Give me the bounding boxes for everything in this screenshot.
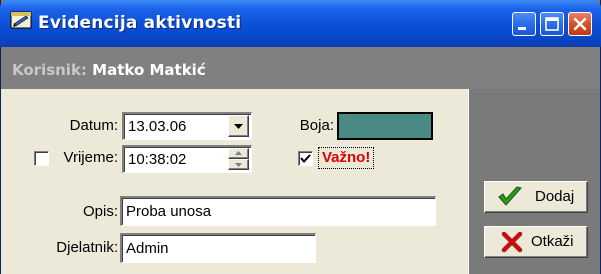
user-info: Korisnik: Matko Matkić	[12, 60, 206, 80]
boja-color-picker[interactable]	[337, 112, 433, 140]
add-button-label: Dodaj	[535, 188, 575, 205]
vazno-checkbox[interactable]	[298, 151, 313, 166]
vrijeme-time-field[interactable]: 10:38:02	[122, 145, 252, 173]
datum-label: Datum:	[69, 117, 118, 134]
djelatnik-value: Admin	[126, 240, 169, 257]
checkmark-icon	[300, 154, 311, 164]
vrijeme-value: 10:38:02	[128, 151, 187, 168]
maximize-icon	[545, 17, 559, 31]
window-title: Evidencija aktivnosti	[38, 13, 242, 33]
close-icon	[573, 17, 587, 31]
time-down-button[interactable]	[228, 159, 249, 170]
opis-label: Opis:	[82, 203, 118, 220]
time-up-button[interactable]	[228, 148, 249, 159]
boja-label: Boja:	[299, 117, 334, 134]
djelatnik-input[interactable]: Admin	[120, 233, 316, 263]
chevron-up-icon	[235, 151, 242, 155]
chevron-down-icon	[234, 124, 243, 129]
app-icon	[10, 10, 32, 30]
maximize-button[interactable]	[540, 12, 564, 36]
cancel-button-label: Otkaži	[531, 233, 574, 250]
opis-input[interactable]: Proba unosa	[120, 196, 436, 226]
vrijeme-checkbox[interactable]	[34, 151, 49, 166]
minimize-button[interactable]	[512, 12, 536, 36]
minimize-icon	[518, 27, 526, 30]
vrijeme-label: Vrijeme:	[63, 149, 118, 166]
datum-dropdown[interactable]: 13.03.06	[122, 112, 252, 140]
cancel-button[interactable]: Otkaži	[484, 226, 588, 258]
chevron-down-icon	[235, 163, 242, 167]
checkmark-icon	[498, 186, 522, 206]
datum-dropdown-button[interactable]	[228, 115, 249, 137]
opis-value: Proba unosa	[126, 203, 212, 220]
vazno-label: Važno!	[318, 147, 375, 169]
user-label: Korisnik:	[12, 61, 87, 79]
x-icon	[501, 231, 523, 253]
add-button[interactable]: Dodaj	[484, 181, 588, 213]
close-button[interactable]	[568, 12, 592, 36]
datum-value: 13.03.06	[128, 118, 187, 135]
djelatnik-label: Djelatnik:	[56, 239, 118, 256]
user-name: Matko Matkić	[92, 61, 206, 79]
